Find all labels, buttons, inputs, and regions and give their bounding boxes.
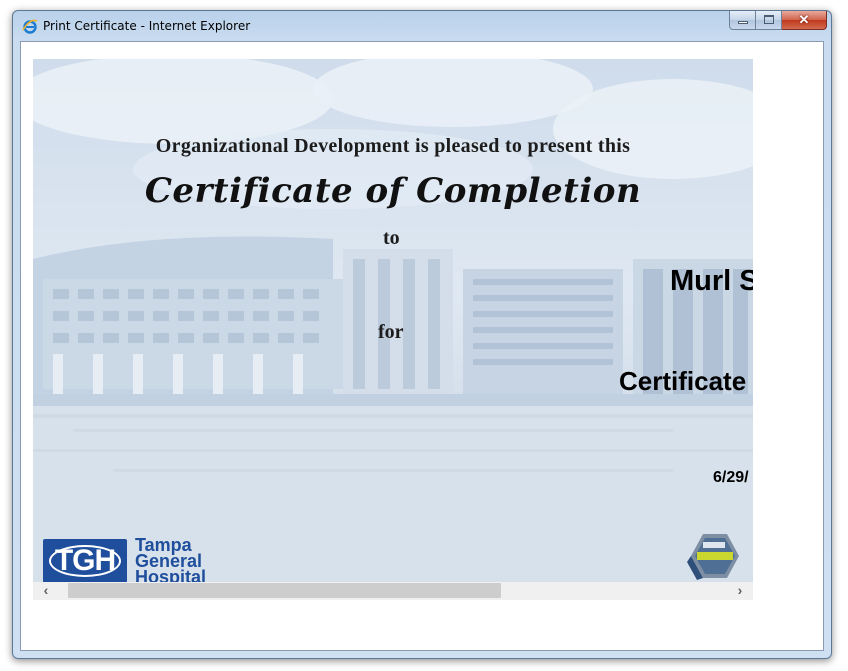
page-content: Organizational Development is pleased to… bbox=[20, 41, 824, 651]
browser-window: Print Certificate - Internet Explorer ✕ bbox=[12, 10, 832, 659]
maximize-button[interactable] bbox=[756, 11, 782, 30]
close-icon: ✕ bbox=[798, 12, 810, 27]
recipient-name: Murl S bbox=[670, 265, 753, 297]
certificate: Organizational Development is pleased to… bbox=[33, 59, 753, 582]
certificate-title: Certificate of Completion bbox=[144, 171, 642, 211]
scrollbar-thumb[interactable] bbox=[68, 583, 501, 598]
scroll-left-arrow-icon[interactable]: ‹ bbox=[37, 582, 55, 600]
completion-date: 6/29/ bbox=[713, 469, 749, 486]
scroll-right-arrow-icon[interactable]: › bbox=[731, 582, 749, 600]
course-name: Certificate bbox=[619, 366, 747, 396]
close-button[interactable]: ✕ bbox=[782, 11, 827, 30]
maximize-icon bbox=[764, 15, 774, 24]
logo-abbrev: TGH bbox=[54, 544, 116, 577]
for-label: for bbox=[378, 321, 404, 343]
minimize-icon bbox=[738, 21, 748, 24]
title-bar[interactable]: Print Certificate - Internet Explorer ✕ bbox=[13, 11, 831, 41]
award-badge-icon bbox=[687, 534, 739, 580]
window-title: Print Certificate - Internet Explorer bbox=[43, 19, 251, 33]
minimize-button[interactable] bbox=[729, 11, 756, 30]
logo-line-3: Hospital bbox=[135, 567, 207, 582]
logo-wordmark: Tampa General Hospital bbox=[135, 536, 207, 582]
window-controls: ✕ bbox=[729, 11, 827, 31]
to-label: to bbox=[383, 227, 400, 249]
internet-explorer-icon bbox=[22, 19, 38, 34]
presentation-line: Organizational Development is pleased to… bbox=[155, 135, 631, 157]
horizontal-scrollbar[interactable]: ‹ › bbox=[33, 582, 753, 600]
tgh-logo-mark: TGH bbox=[43, 539, 127, 582]
